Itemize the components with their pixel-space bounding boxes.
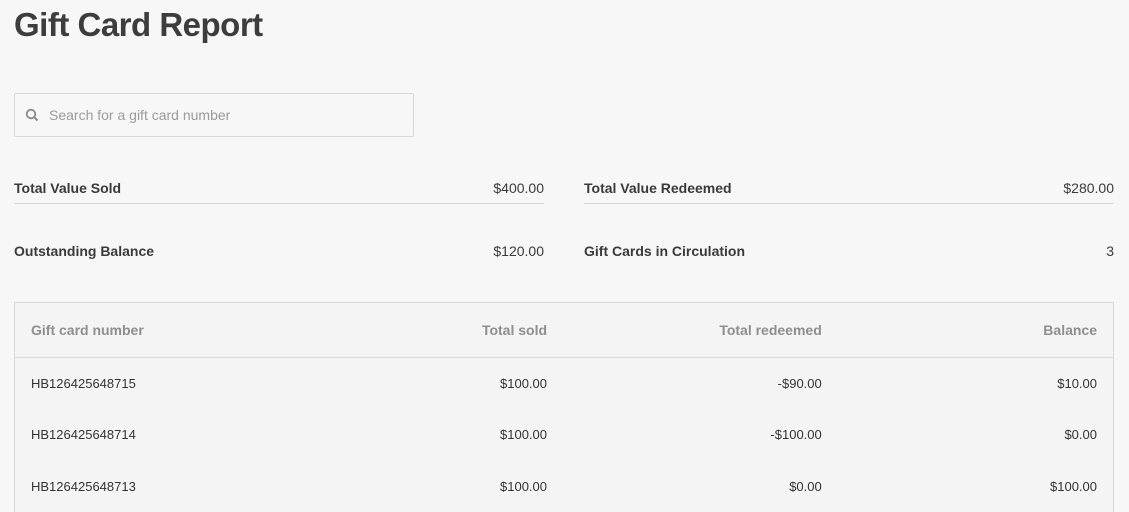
total-sold: $100.00 [314, 409, 563, 461]
header-gift-card-number[interactable]: Gift card number [15, 303, 315, 358]
stat-total-value-redeemed: Total Value Redeemed $280.00 [584, 172, 1114, 204]
stat-value: $120.00 [493, 243, 544, 259]
table-row[interactable]: HB126425648715 $100.00 -$90.00 $10.00 [15, 358, 1114, 410]
balance: $0.00 [838, 409, 1114, 461]
total-sold: $100.00 [314, 461, 563, 512]
stat-gift-cards-in-circulation: Gift Cards in Circulation 3 [584, 235, 1114, 267]
gift-card-table: Gift card number Total sold Total redeem… [14, 302, 1114, 512]
table-row[interactable]: HB126425648713 $100.00 $0.00 $100.00 [15, 461, 1114, 512]
total-redeemed: -$100.00 [563, 409, 838, 461]
table-row[interactable]: HB126425648714 $100.00 -$100.00 $0.00 [15, 409, 1114, 461]
header-total-sold[interactable]: Total sold [314, 303, 563, 358]
search-box[interactable] [14, 93, 414, 137]
header-balance[interactable]: Balance [838, 303, 1114, 358]
search-icon [25, 108, 39, 122]
stat-value: $280.00 [1063, 180, 1114, 196]
table-header-row: Gift card number Total sold Total redeem… [15, 303, 1114, 358]
gift-card-number: HB126425648713 [15, 461, 315, 512]
stat-label: Total Value Sold [14, 180, 121, 196]
stat-outstanding-balance: Outstanding Balance $120.00 [14, 235, 544, 267]
total-sold: $100.00 [314, 358, 563, 410]
search-input[interactable] [49, 107, 413, 123]
stat-value: 3 [1106, 243, 1114, 259]
gift-card-number: HB126425648715 [15, 358, 315, 410]
stat-total-value-sold: Total Value Sold $400.00 [14, 172, 544, 204]
stat-label: Total Value Redeemed [584, 180, 732, 196]
gift-card-number: HB126425648714 [15, 409, 315, 461]
total-redeemed: -$90.00 [563, 358, 838, 410]
total-redeemed: $0.00 [563, 461, 838, 512]
balance: $100.00 [838, 461, 1114, 512]
stat-label: Outstanding Balance [14, 243, 154, 259]
header-total-redeemed[interactable]: Total redeemed [563, 303, 838, 358]
page-title: Gift Card Report [14, 6, 263, 44]
balance: $10.00 [838, 358, 1114, 410]
stat-label: Gift Cards in Circulation [584, 243, 745, 259]
stat-value: $400.00 [493, 180, 544, 196]
